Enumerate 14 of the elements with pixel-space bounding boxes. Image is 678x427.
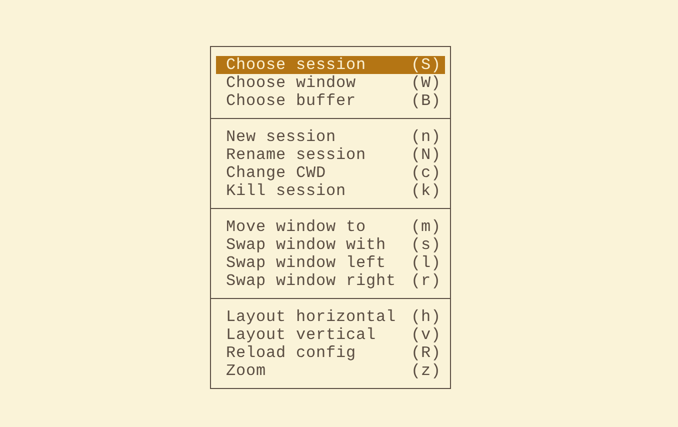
menu-item[interactable]: Kill session (k) bbox=[216, 182, 445, 200]
menu-item[interactable]: Swap window left (l) bbox=[216, 254, 445, 272]
menu-item[interactable]: Layout horizontal (h) bbox=[216, 308, 445, 326]
menu-item[interactable]: Move window to (m) bbox=[216, 218, 445, 236]
menu-item[interactable]: Rename session (N) bbox=[216, 146, 445, 164]
menu-item[interactable]: Choose buffer (B) bbox=[216, 92, 445, 110]
menu-item[interactable]: Reload config (R) bbox=[216, 344, 445, 362]
menu-item[interactable]: Zoom (z) bbox=[216, 362, 445, 380]
menu-item[interactable]: Change CWD (c) bbox=[216, 164, 445, 182]
menu-item[interactable]: Swap window with (s) bbox=[216, 236, 445, 254]
menu-item[interactable]: Layout vertical (v) bbox=[216, 326, 445, 344]
menu-item[interactable]: Choose window (W) bbox=[216, 74, 445, 92]
menu-item[interactable]: Swap window right (r) bbox=[216, 272, 445, 290]
menu-item[interactable]: New session (n) bbox=[216, 128, 445, 146]
